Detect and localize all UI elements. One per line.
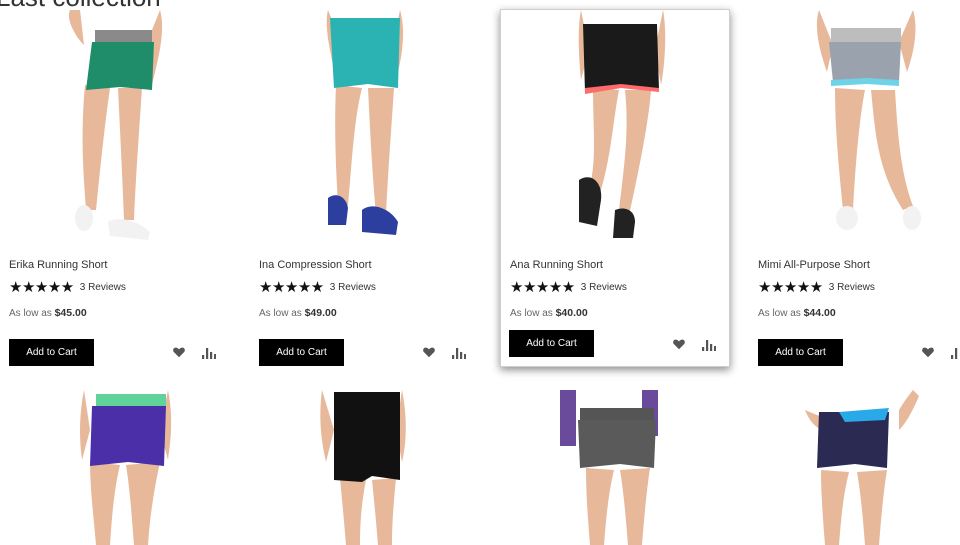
product-price: As low as $45.00 bbox=[9, 307, 87, 319]
compare-bars-icon[interactable] bbox=[951, 346, 960, 359]
reviews-link[interactable]: 3 Reviews bbox=[581, 282, 627, 293]
product-card: Ina Compression Short ★★★★★ 3 Reviews As… bbox=[250, 10, 478, 370]
add-to-cart-button[interactable]: Add to Cart bbox=[9, 339, 94, 366]
product-card-highlighted: Ana Running Short ★★★★★ 3 Reviews As low… bbox=[500, 9, 730, 367]
compare-bars-icon[interactable] bbox=[202, 346, 216, 359]
product-image[interactable] bbox=[749, 10, 960, 242]
heart-icon[interactable] bbox=[172, 345, 186, 359]
product-name[interactable]: Mimi All-Purpose Short bbox=[758, 259, 870, 271]
product-name[interactable]: Ana Running Short bbox=[510, 259, 603, 271]
heart-icon[interactable] bbox=[672, 337, 686, 351]
rating-stars: ★★★★★ bbox=[259, 279, 324, 296]
add-to-cart-button[interactable]: Add to Cart bbox=[509, 330, 594, 357]
product-image[interactable] bbox=[250, 10, 478, 242]
product-image[interactable] bbox=[500, 390, 728, 545]
reviews-link[interactable]: 3 Reviews bbox=[80, 282, 126, 293]
add-to-cart-button[interactable]: Add to Cart bbox=[259, 339, 344, 366]
product-image[interactable] bbox=[0, 390, 228, 545]
rating-stars: ★★★★★ bbox=[758, 279, 823, 296]
product-image[interactable] bbox=[749, 390, 960, 545]
product-card: Mimi All-Purpose Short ★★★★★ 3 Reviews A… bbox=[749, 10, 960, 370]
rating-summary: ★★★★★ 3 Reviews bbox=[758, 279, 875, 296]
product-card: Erika Running Short ★★★★★ 3 Reviews As l… bbox=[0, 10, 228, 370]
product-price: As low as $44.00 bbox=[758, 307, 836, 319]
product-price: As low as $49.00 bbox=[259, 307, 337, 319]
reviews-link[interactable]: 3 Reviews bbox=[829, 282, 875, 293]
rating-summary: ★★★★★ 3 Reviews bbox=[259, 279, 376, 296]
rating-stars: ★★★★★ bbox=[510, 279, 575, 296]
rating-summary: ★★★★★ 3 Reviews bbox=[510, 279, 627, 296]
product-price: As low as $40.00 bbox=[510, 307, 588, 319]
product-name[interactable]: Erika Running Short bbox=[9, 259, 107, 271]
heart-icon[interactable] bbox=[921, 345, 935, 359]
product-name[interactable]: Ina Compression Short bbox=[259, 259, 372, 271]
add-to-cart-button[interactable]: Add to Cart bbox=[758, 339, 843, 366]
heart-icon[interactable] bbox=[422, 345, 436, 359]
product-image[interactable] bbox=[501, 10, 729, 242]
compare-bars-icon[interactable] bbox=[452, 346, 466, 359]
rating-summary: ★★★★★ 3 Reviews bbox=[9, 279, 126, 296]
product-image[interactable] bbox=[0, 10, 228, 242]
rating-stars: ★★★★★ bbox=[9, 279, 74, 296]
compare-bars-icon[interactable] bbox=[702, 338, 716, 351]
reviews-link[interactable]: 3 Reviews bbox=[330, 282, 376, 293]
product-image[interactable] bbox=[250, 390, 478, 545]
